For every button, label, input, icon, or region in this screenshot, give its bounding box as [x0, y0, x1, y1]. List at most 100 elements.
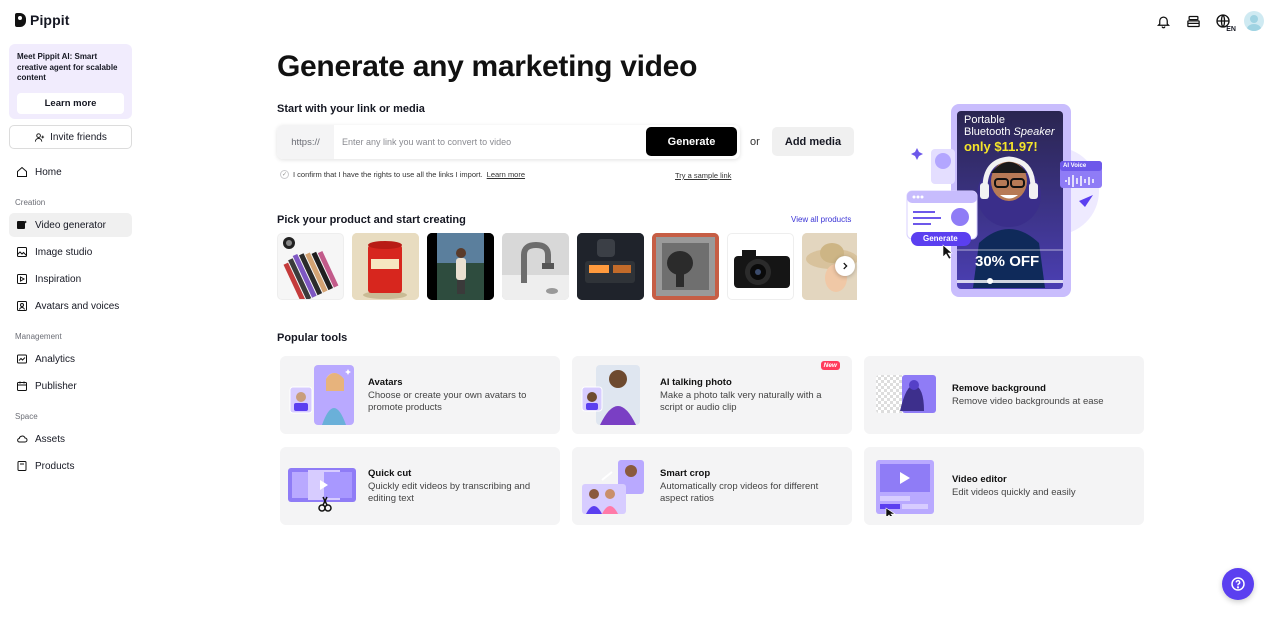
section-space: Space [15, 412, 38, 421]
remove-bg-art [872, 365, 942, 425]
tool-desc: Quickly edit videos by transcribing and … [368, 481, 531, 504]
product-thumbnail[interactable] [577, 233, 644, 300]
tool-desc: Automatically crop videos for different … [660, 481, 819, 504]
or-separator: or [750, 136, 760, 148]
sidebar-item-label: Avatars and voices [35, 300, 120, 312]
view-all-products-link[interactable]: View all products [791, 215, 851, 224]
section-management: Management [15, 332, 62, 341]
quick-cut-art [288, 456, 358, 516]
cloud-icon [16, 433, 28, 445]
layers-icon[interactable] [1184, 12, 1202, 30]
try-sample-link[interactable]: Try a sample link [675, 171, 731, 180]
add-media-button[interactable]: Add media [772, 127, 854, 156]
invite-label: Invite friends [50, 131, 107, 143]
products-title: Pick your product and start creating [277, 214, 466, 226]
sidebar-item-publisher[interactable]: Publisher [9, 374, 132, 398]
analytics-icon [16, 353, 28, 365]
tool-card-smart-crop[interactable]: Smart crop Automatically crop videos for… [572, 447, 852, 525]
talking-photo-art [580, 365, 650, 425]
section-creation: Creation [15, 198, 46, 207]
page-title: Generate any marketing video [277, 50, 698, 83]
confirm-learn-more-link[interactable]: Learn more [487, 170, 525, 179]
sidebar-item-home[interactable]: Home [9, 160, 132, 184]
tool-card-video-editor[interactable]: Video editor Edit videos quickly and eas… [864, 447, 1144, 525]
product-thumbnail[interactable] [652, 233, 719, 300]
product-thumbnail[interactable] [277, 233, 344, 300]
product-thumbnail[interactable] [427, 233, 494, 300]
hero-line2-text: Bluetooth [964, 126, 1011, 138]
hero-line2: Bluetooth Speaker [964, 126, 1055, 138]
calendar-icon [16, 380, 28, 392]
sidebar-item-products[interactable]: Products [9, 454, 132, 478]
carousel-next-button[interactable] [835, 256, 855, 276]
help-button[interactable] [1222, 568, 1254, 600]
sidebar-item-label: Inspiration [35, 273, 82, 285]
invite-friends-button[interactable]: Invite friends [9, 125, 132, 149]
popular-tools-title: Popular tools [277, 332, 348, 344]
language-code: EN [1226, 26, 1236, 33]
sidebar-item-label: Analytics [35, 353, 76, 365]
language-selector[interactable]: EN [1214, 12, 1236, 33]
app-logo[interactable]: Pippit [15, 12, 69, 28]
user-plus-icon [35, 132, 45, 142]
tool-card-remove-background[interactable]: Remove background Remove video backgroun… [864, 356, 1144, 434]
product-icon [16, 460, 28, 472]
sidebar-item-image-studio[interactable]: Image studio [9, 240, 132, 264]
generate-button[interactable]: Generate [646, 127, 737, 156]
tool-card-ai-talking-photo[interactable]: New AI talking photo Make a photo talk v… [572, 356, 852, 434]
sidebar-item-label: Publisher [35, 380, 77, 392]
rights-confirmation: ✓ I confirm that I have the rights to us… [280, 170, 525, 179]
new-badge: New [820, 361, 840, 370]
help-icon [1231, 577, 1245, 591]
sidebar-item-analytics[interactable]: Analytics [9, 347, 132, 371]
promo-card: Meet Pippit AI: Smart creative agent for… [9, 44, 132, 119]
confirm-checkbox[interactable]: ✓ [280, 170, 289, 179]
inspiration-icon [16, 273, 28, 285]
sidebar-item-assets[interactable]: Assets [9, 427, 132, 451]
link-section-title: Start with your link or media [277, 103, 425, 115]
bell-icon[interactable] [1154, 12, 1172, 30]
hero-line2-italic: Speaker [1013, 126, 1055, 138]
hero-discount: 30% OFF [975, 253, 1040, 270]
avatars-art [288, 365, 358, 425]
tool-desc: Edit videos quickly and easily [952, 487, 1076, 498]
video-generator-icon [16, 219, 28, 231]
sidebar-item-label: Video generator [35, 219, 106, 231]
sidebar-item-inspiration[interactable]: Inspiration [9, 267, 132, 291]
hero-url-card [906, 190, 978, 240]
tool-desc: Make a photo talk very naturally with a … [660, 390, 822, 413]
product-thumbnail[interactable] [727, 233, 794, 300]
product-thumbnail[interactable] [352, 233, 419, 300]
promo-text: Meet Pippit AI: Smart creative agent for… [17, 52, 118, 82]
tool-desc: Choose or create your own avatars to pro… [368, 390, 527, 413]
tool-title: AI talking photo [660, 377, 732, 388]
hero-generate-label: Generate [923, 234, 958, 243]
sidebar-item-label: Home [35, 166, 62, 178]
tool-title: Remove background [952, 383, 1046, 394]
sidebar-item-video-generator[interactable]: Video generator [9, 213, 132, 237]
video-editor-art [872, 456, 942, 520]
sidebar-item-label: Assets [35, 433, 66, 445]
tool-title: Avatars [368, 377, 403, 388]
user-avatar[interactable] [1244, 11, 1264, 31]
chevron-right-icon [843, 262, 848, 270]
pippit-logo-icon [15, 13, 26, 27]
sidebar-item-avatars-voices[interactable]: Avatars and voices [9, 294, 132, 318]
avatar-icon [16, 300, 28, 312]
tool-card-avatars[interactable]: Avatars Choose or create your own avatar… [280, 356, 560, 434]
product-thumbnail[interactable] [502, 233, 569, 300]
app-name: Pippit [30, 12, 70, 28]
tool-card-quick-cut[interactable]: Quick cut Quickly edit videos by transcr… [280, 447, 560, 525]
hero-price: only $11.97! [964, 139, 1038, 154]
sidebar-item-label: Products [35, 460, 75, 472]
promo-learn-more-button[interactable]: Learn more [17, 93, 124, 114]
tool-title: Smart crop [660, 468, 711, 479]
smart-crop-art [580, 456, 650, 516]
home-icon [16, 166, 28, 178]
tool-desc: Remove video backgrounds at ease [952, 396, 1104, 407]
confirm-text: I confirm that I have the rights to use … [293, 170, 483, 179]
link-prefix: https:// [277, 125, 334, 159]
sidebar-item-label: Image studio [35, 246, 93, 258]
tool-title: Quick cut [368, 468, 412, 479]
product-carousel [277, 233, 857, 300]
